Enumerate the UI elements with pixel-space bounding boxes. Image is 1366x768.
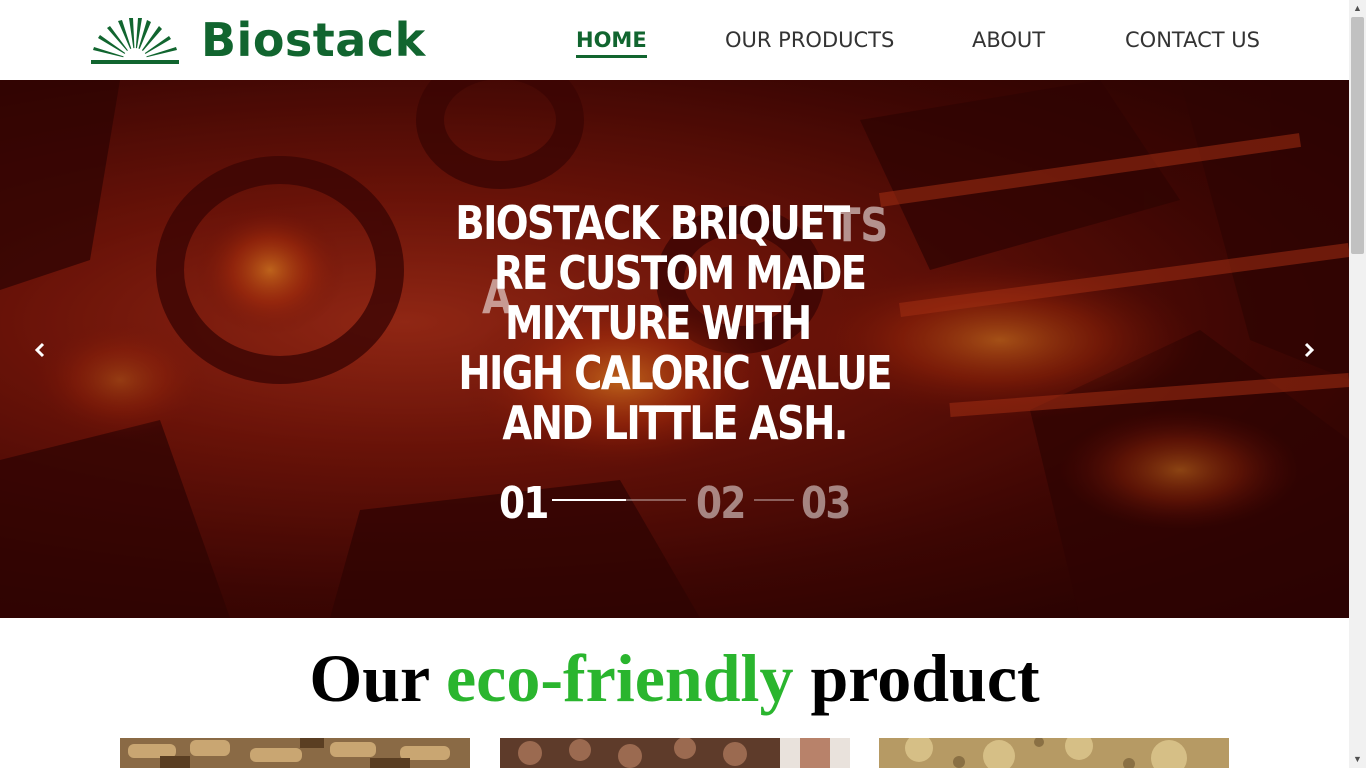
slide-separator [754,499,794,501]
nav-our-products[interactable]: OUR PRODUCTS [725,28,894,52]
headline-ghost-letter: A [482,270,512,324]
nav-contact-us[interactable]: CONTACT US [1125,28,1260,52]
product-card[interactable] [120,738,470,768]
headline-ghost-letters: TS [834,198,889,252]
nav-home[interactable]: HOME [576,28,647,58]
title-accent: eco-friendly [446,640,794,716]
chevron-right-icon [1304,342,1315,358]
nav-about[interactable]: ABOUT [972,28,1045,52]
slide-progress-bar [552,499,626,501]
scrollbar-thumb[interactable] [1351,17,1364,254]
slide-pager: 01 02 03 [0,478,1349,534]
title-part: product [793,640,1040,716]
hero-headline: BIOSTACK BRIQUET RE CUSTOM MADE MIXTURE … [108,198,1241,448]
slide-indicator-03[interactable]: 03 [801,478,851,529]
wood-logs-image [500,738,850,768]
products-section-title: Our eco-friendly product [0,640,1349,716]
brand-name: Biostack [201,13,426,67]
slide-indicator-02[interactable]: 02 [696,478,746,529]
sawdust-briquettes-image [879,738,1229,768]
slider-next-button[interactable] [1299,338,1319,362]
slider-prev-button[interactable] [30,338,50,362]
title-part: Our [309,640,446,716]
product-card[interactable] [500,738,850,768]
scroll-up-icon[interactable]: ▲ [1349,0,1366,17]
headline-line: HIGH CALORIC VALUE [458,346,892,400]
headline-line: MIXTURE WITH [505,296,812,350]
chevron-left-icon [34,342,45,358]
product-card[interactable] [879,738,1229,768]
slide-indicator-01[interactable]: 01 [499,478,549,529]
site-logo[interactable]: Biostack [89,13,426,67]
hero-slider: BIOSTACK BRIQUET RE CUSTOM MADE MIXTURE … [0,80,1349,618]
headline-line: BIOSTACK BRIQUET [455,196,850,250]
page-scrollbar[interactable]: ▲ ▼ [1349,0,1366,768]
site-header: Biostack HOME OUR PRODUCTS ABOUT CONTACT… [0,0,1349,80]
scroll-down-icon[interactable]: ▼ [1349,751,1366,768]
slide-progress-track [626,499,686,501]
sunrise-rays-icon [91,18,179,66]
wood-pellets-image [120,738,470,768]
headline-line: AND LITTLE ASH. [502,396,848,450]
headline-line: RE CUSTOM MADE [493,246,867,300]
